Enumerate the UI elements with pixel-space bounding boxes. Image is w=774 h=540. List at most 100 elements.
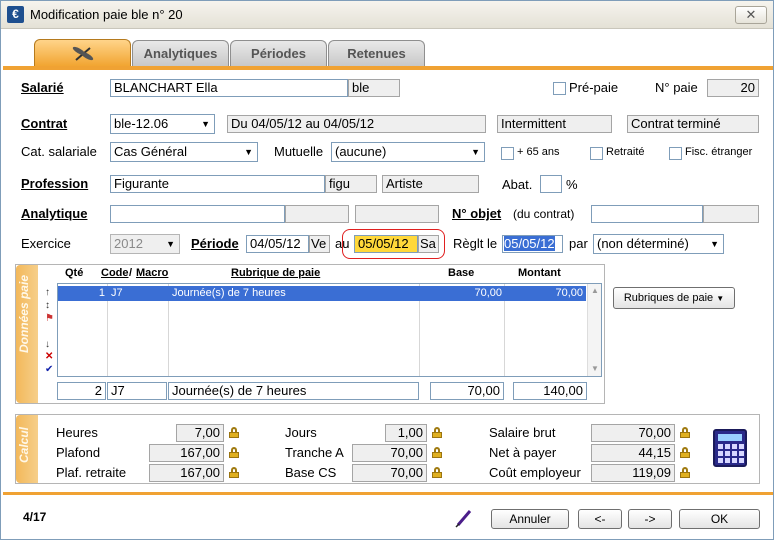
- rubriques-paie-button[interactable]: Rubriques de paie ▼: [613, 287, 735, 309]
- salarie-label: Salarié: [21, 80, 64, 95]
- abat-unit: %: [566, 177, 578, 192]
- row-base: 70,00: [474, 287, 502, 299]
- net-field: 44,15: [591, 444, 675, 462]
- lock-icon: [229, 467, 239, 478]
- ok-button[interactable]: OK: [679, 509, 760, 529]
- baseCS-field: 70,00: [352, 464, 427, 482]
- plafond-field: 167,00: [149, 444, 224, 462]
- tab-analytiques[interactable]: Analytiques: [132, 40, 229, 66]
- prev-button[interactable]: <-: [578, 509, 622, 529]
- chevron-down-icon: ▼: [471, 147, 480, 157]
- tab-separator: [3, 66, 773, 70]
- col-qte: Qté: [65, 267, 84, 279]
- col-base: Base: [448, 267, 475, 279]
- dragonfly-icon: [72, 46, 93, 61]
- mutuelle-label: Mutuelle: [274, 144, 324, 159]
- tab-periodes[interactable]: Périodes: [230, 40, 327, 66]
- calculator-icon[interactable]: [713, 429, 747, 467]
- par-value: (non déterminé): [597, 236, 689, 251]
- cat-salariale-label: Cat. salariale: [21, 144, 97, 159]
- edit-qte-field[interactable]: 2: [57, 382, 106, 400]
- analytique-field[interactable]: [110, 205, 285, 223]
- abat-field[interactable]: [540, 175, 562, 193]
- contrat-type-field: Intermittent: [497, 115, 612, 133]
- periode-from-field[interactable]: 04/05/12: [246, 235, 309, 253]
- cat-salariale-select[interactable]: Cas Général ▼: [110, 142, 258, 162]
- annuler-button[interactable]: Annuler: [491, 509, 569, 529]
- profession-label: Profession: [21, 176, 89, 191]
- lock-icon: [680, 467, 690, 478]
- edit-base-field[interactable]: 70,00: [430, 382, 504, 400]
- contrat-dates-field: Du 04/05/12 au 04/05/12: [227, 115, 486, 133]
- insert-icon[interactable]: ↕: [45, 301, 50, 311]
- nobjet-label: N° objet: [452, 206, 502, 221]
- donnees-paie-title: Données paie: [17, 275, 31, 354]
- exercice-select[interactable]: 2012 ▼: [110, 234, 180, 254]
- highlight-circle: [342, 229, 445, 259]
- title-bar: € Modification paie ble n° 20 ✕: [1, 1, 773, 29]
- scroll-up-icon[interactable]: ▲: [591, 286, 599, 295]
- col-code[interactable]: Code: [101, 267, 129, 279]
- flag-icon[interactable]: ⚑: [45, 314, 54, 324]
- move-down-icon[interactable]: ↓: [45, 340, 50, 350]
- delete-icon[interactable]: ✕: [45, 352, 53, 362]
- next-button[interactable]: ->: [628, 509, 672, 529]
- plafond-label: Plafond: [56, 445, 101, 460]
- app-icon: €: [7, 6, 24, 23]
- validate-icon[interactable]: ✔: [45, 365, 53, 375]
- lock-icon: [229, 447, 239, 458]
- chevron-down-icon: ▼: [716, 294, 725, 303]
- edit-rubrique-field[interactable]: Journée(s) de 7 heures: [168, 382, 419, 400]
- col-sep: /: [129, 267, 133, 279]
- lock-icon: [432, 427, 442, 438]
- dialog-window: € Modification paie ble n° 20 ✕ Analytiq…: [0, 0, 774, 540]
- tab-retenues[interactable]: Retenues: [328, 40, 425, 66]
- edit-montant-field[interactable]: 140,00: [513, 382, 587, 400]
- col-macro[interactable]: Macro: [136, 267, 168, 279]
- plus65-checkbox[interactable]: [501, 147, 514, 160]
- reglt-field[interactable]: 05/05/12: [502, 235, 563, 253]
- table-scrollbar[interactable]: ▲ ▼: [587, 284, 601, 376]
- heures-field: 7,00: [176, 424, 224, 442]
- mutuelle-select[interactable]: (aucune) ▼: [331, 142, 485, 162]
- contrat-status-field: Contrat terminé: [627, 115, 759, 133]
- scroll-down-icon[interactable]: ▼: [591, 364, 599, 373]
- exercice-label: Exercice: [21, 236, 71, 251]
- analytique-desc-field: [355, 205, 439, 223]
- brut-field: 70,00: [591, 424, 675, 442]
- lock-icon: [680, 427, 690, 438]
- edit-code-field[interactable]: J7: [107, 382, 167, 400]
- analytique-code-field: [285, 205, 349, 223]
- jours-field: 1,00: [385, 424, 427, 442]
- lock-icon: [680, 447, 690, 458]
- prepaie-checkbox[interactable]: [553, 82, 566, 95]
- tab-general[interactable]: [34, 39, 131, 67]
- salarie-name-field[interactable]: BLANCHART Ella: [110, 79, 348, 97]
- col-montant: Montant: [518, 267, 561, 279]
- row-montant: 70,00: [555, 287, 583, 299]
- abat-label: Abat.: [502, 177, 533, 192]
- plus65-label: + 65 ans: [517, 146, 560, 158]
- reglt-value: 05/05/12: [504, 236, 555, 251]
- fisc-label: Fisc. étranger: [685, 146, 753, 158]
- pen-icon[interactable]: [453, 507, 475, 529]
- net-label: Net à payer: [489, 445, 557, 460]
- col-rubrique[interactable]: Rubrique de paie: [231, 267, 320, 279]
- profession-code-field: figu: [325, 175, 377, 193]
- profession-field[interactable]: Figurante: [110, 175, 325, 193]
- plafret-label: Plaf. retraite: [56, 465, 127, 480]
- par-select[interactable]: (non déterminé) ▼: [593, 234, 724, 254]
- close-button[interactable]: ✕: [735, 6, 767, 24]
- table-row[interactable]: 1 J7 Journée(s) de 7 heures 70,00 70,00: [58, 286, 586, 301]
- rubriques-paie-label: Rubriques de paie: [623, 292, 714, 304]
- plafret-field: 167,00: [149, 464, 224, 482]
- retraite-checkbox[interactable]: [590, 147, 603, 160]
- calcul-side: Calcul: [16, 415, 38, 483]
- nobjet-field[interactable]: [591, 205, 703, 223]
- cout-label: Coût employeur: [489, 465, 581, 480]
- move-up-icon[interactable]: ↑: [45, 288, 50, 298]
- profession-cat-field: Artiste: [382, 175, 479, 193]
- contrat-select[interactable]: ble-12.06 ▼: [110, 114, 215, 134]
- fisc-checkbox[interactable]: [669, 147, 682, 160]
- periode-from-day: Ve: [309, 235, 330, 253]
